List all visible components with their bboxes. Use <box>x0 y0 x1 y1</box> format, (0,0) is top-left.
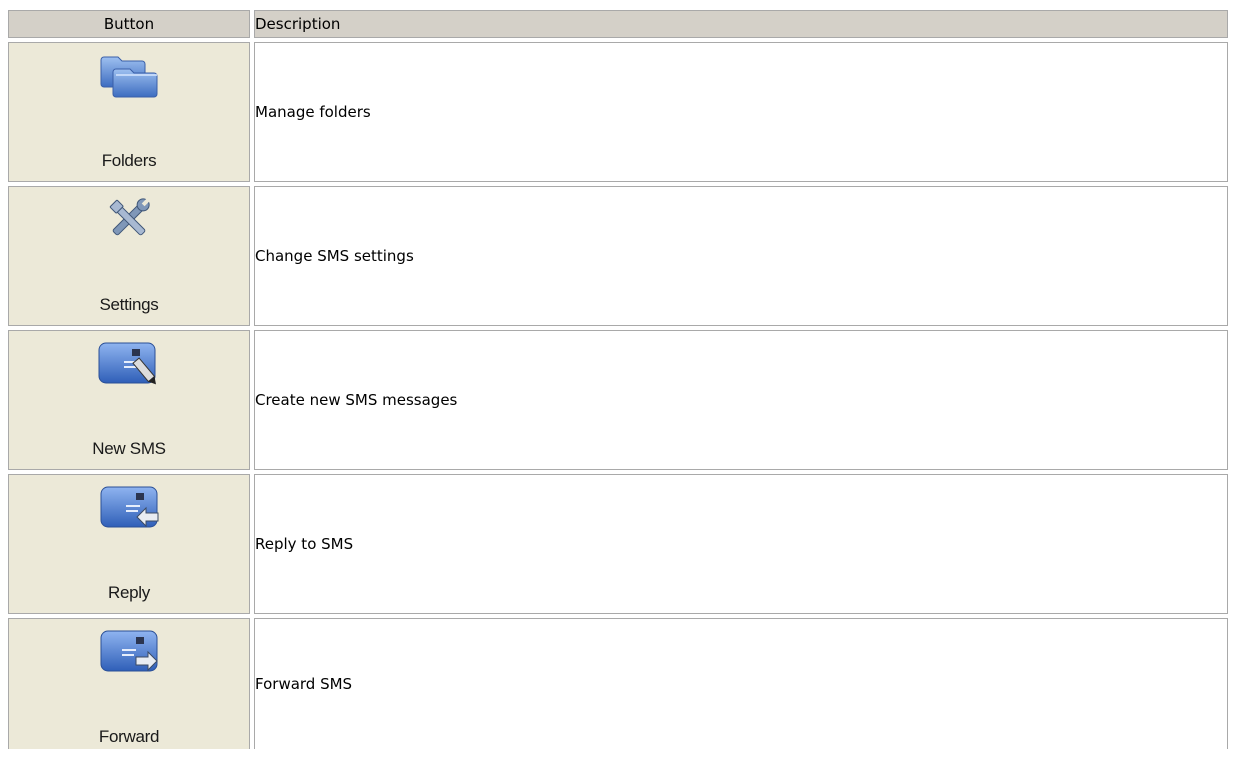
new-sms-icon <box>98 342 156 385</box>
table-row: Forward Forward SMS <box>8 618 1228 749</box>
column-header-description: Description <box>254 10 1228 38</box>
button-reference-table-wrapper: Button Description Folders Manage folder… <box>4 6 1232 771</box>
reply-icon <box>100 486 159 528</box>
button-reference-table: Button Description Folders Manage folder… <box>4 6 1232 753</box>
forward-description: Forward SMS <box>254 618 1228 749</box>
table-row: Folders Manage folders <box>8 42 1228 182</box>
forward-button-label: Forward <box>98 727 160 746</box>
folders-icon <box>100 56 158 98</box>
new-sms-description: Create new SMS messages <box>254 330 1228 470</box>
folders-button[interactable]: Folders <box>8 42 250 182</box>
forward-button[interactable]: Forward <box>8 618 250 749</box>
table-row: Reply Reply to SMS <box>8 474 1228 614</box>
reply-button-label: Reply <box>108 583 150 602</box>
reply-button[interactable]: Reply <box>8 474 250 614</box>
settings-icon <box>109 197 151 236</box>
reply-description: Reply to SMS <box>254 474 1228 614</box>
folders-description: Manage folders <box>254 42 1228 182</box>
settings-button[interactable]: Settings <box>8 186 250 326</box>
table-row: Settings Change SMS settings <box>8 186 1228 326</box>
column-header-button: Button <box>8 10 250 38</box>
folders-button-label: Folders <box>101 151 157 170</box>
settings-button-label: Settings <box>99 295 159 314</box>
new-sms-button-label: New SMS <box>92 439 166 458</box>
table-row: New SMS Create new SMS messages <box>8 330 1228 470</box>
forward-icon <box>100 630 158 672</box>
new-sms-button[interactable]: New SMS <box>8 330 250 470</box>
header-row: Button Description <box>8 10 1228 38</box>
settings-description: Change SMS settings <box>254 186 1228 326</box>
